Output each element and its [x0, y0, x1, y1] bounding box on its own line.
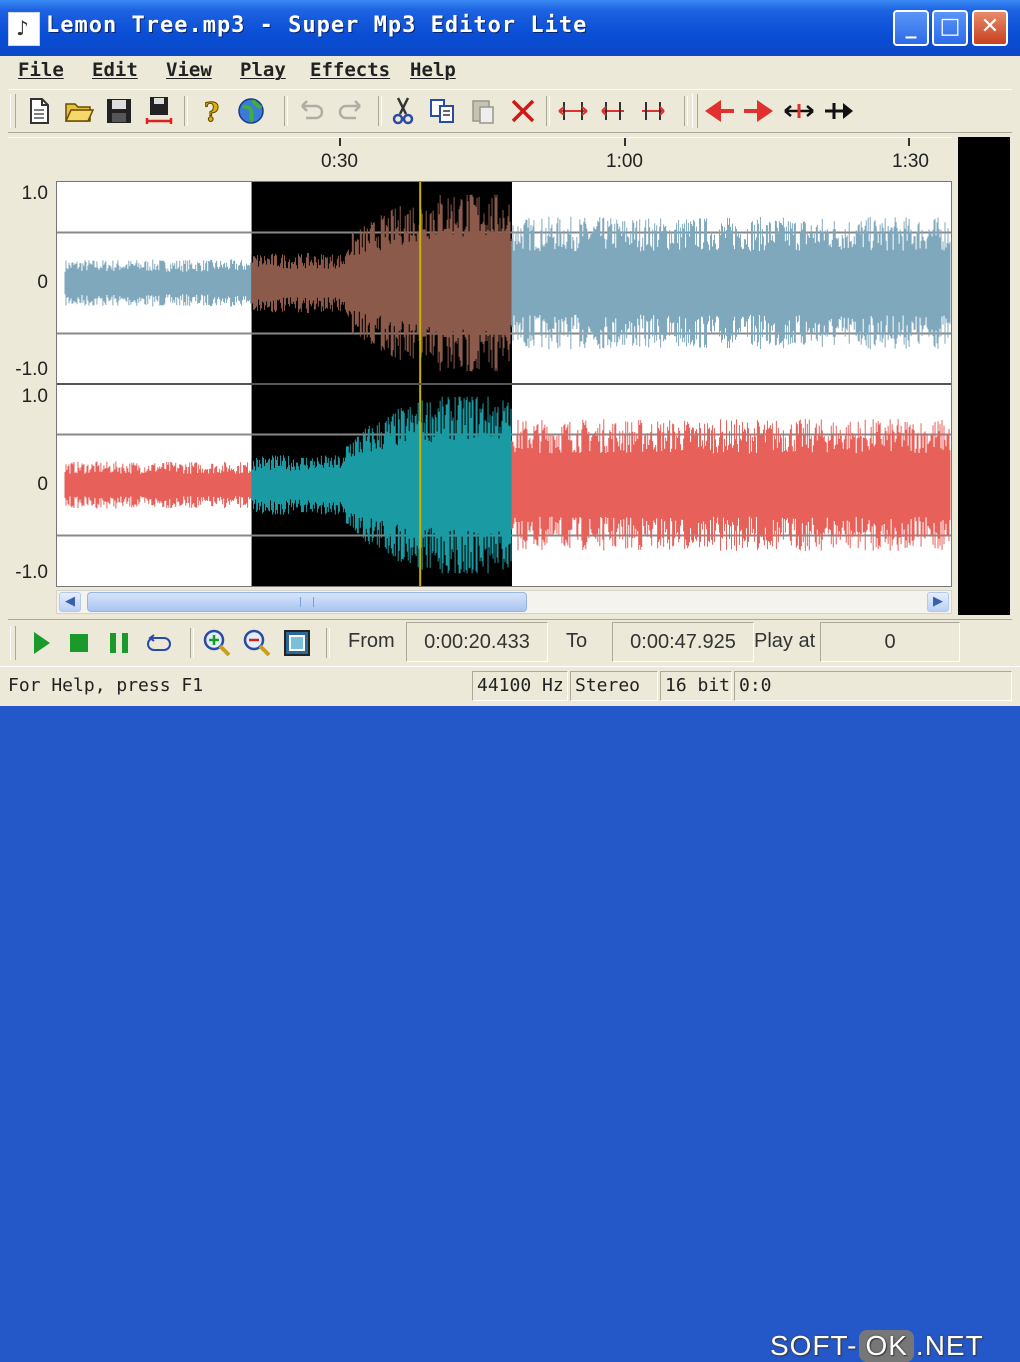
toolbar-grip[interactable] [692, 94, 698, 128]
scroll-grip [300, 597, 314, 607]
amplitude-axis: 1.0 0 -1.0 1.0 0 -1.0 [8, 181, 56, 587]
left-channel-min-label: -1.0 [15, 359, 48, 380]
watermark-prefix: SOFT- [770, 1330, 858, 1361]
select-channel-icon[interactable] [556, 94, 590, 128]
main-toolbar: ? [8, 89, 1012, 133]
right-channel-max-label: 1.0 [21, 386, 48, 407]
maximize-button[interactable]: □ [932, 10, 968, 46]
window-title: Lemon Tree.mp3 - Super Mp3 Editor Lite [46, 13, 588, 38]
open-folder-icon[interactable] [62, 94, 96, 128]
app-icon[interactable]: ♪ [8, 12, 40, 46]
scroll-left-icon[interactable]: ◀ [59, 592, 81, 612]
play-at-field[interactable]: 0 [820, 622, 960, 662]
menu-bar: File Edit View Play Effects Help [8, 56, 1012, 86]
menu-play[interactable]: Play [240, 59, 286, 81]
watermark: SOFT- OK .NET [770, 1330, 984, 1362]
status-time: 0:0 [734, 671, 1012, 701]
trim-icon[interactable] [782, 94, 816, 128]
move-right-icon[interactable] [742, 94, 776, 128]
help-icon[interactable]: ? [194, 94, 228, 129]
toolbar-separator [378, 96, 382, 126]
new-file-icon[interactable] [22, 94, 56, 128]
left-channel-max-label: 1.0 [21, 183, 48, 204]
transport-bar: From 0:00:20.433 To 0:00:47.925 Play at … [8, 619, 1012, 666]
zoom-out-icon[interactable] [240, 626, 274, 660]
menu-effects[interactable]: Effects [310, 59, 390, 81]
level-meter-panel [958, 137, 1010, 615]
pause-icon[interactable] [102, 626, 136, 660]
transport-separator [326, 628, 330, 658]
status-help-text: For Help, press F1 [8, 675, 204, 696]
music-note-icon: ♪ [16, 16, 29, 40]
menu-view[interactable]: View [166, 59, 212, 81]
transport-grip[interactable] [10, 626, 16, 660]
maximize-icon: □ [939, 14, 961, 39]
close-icon: ✕ [980, 14, 1000, 39]
right-channel-zero-label: 0 [37, 474, 48, 495]
play-at-label: Play at [754, 630, 816, 652]
status-channels: Stereo [570, 671, 658, 701]
to-label: To [566, 630, 588, 652]
from-label: From [348, 630, 395, 652]
web-globe-icon[interactable] [234, 94, 268, 128]
redo-icon[interactable] [334, 94, 368, 128]
timeline-label: 1:30 [892, 151, 929, 172]
toolbar-separator [684, 96, 688, 126]
status-sample-rate: 44100 Hz [472, 671, 568, 701]
save-selection-icon[interactable] [142, 94, 176, 128]
move-left-icon[interactable] [702, 94, 736, 128]
svg-text:?: ? [204, 98, 219, 128]
play-icon[interactable] [24, 626, 58, 660]
waveform-display[interactable] [56, 181, 952, 587]
zoom-fit-icon[interactable] [280, 626, 314, 660]
timeline-label: 1:00 [606, 151, 643, 172]
minimize-button[interactable]: _ [893, 10, 929, 46]
menu-edit[interactable]: Edit [92, 59, 138, 81]
close-button[interactable]: ✕ [972, 10, 1008, 46]
zoom-in-icon[interactable] [200, 626, 234, 660]
save-icon[interactable] [102, 94, 136, 128]
from-time-field[interactable]: 0:00:20.433 [406, 622, 548, 662]
stop-icon[interactable] [62, 626, 96, 660]
insert-icon[interactable] [822, 94, 856, 128]
toolbar-separator [184, 96, 188, 126]
timeline-tick [908, 138, 910, 146]
watermark-suffix: .NET [915, 1330, 984, 1361]
title-bar[interactable]: ♪ Lemon Tree.mp3 - Super Mp3 Editor Lite… [0, 0, 1020, 56]
toolbar-separator [284, 96, 288, 126]
delete-icon[interactable] [506, 94, 540, 128]
copy-icon[interactable] [426, 94, 460, 128]
select-left-icon[interactable] [596, 94, 630, 128]
timeline-label: 0:30 [321, 151, 358, 172]
paste-icon[interactable] [466, 94, 500, 128]
minimize-icon: _ [905, 14, 917, 39]
timeline-ruler[interactable]: 0:30 1:00 1:30 [8, 137, 952, 182]
status-bar: For Help, press F1 44100 Hz Stereo 16 bi… [0, 666, 1020, 1362]
menu-file[interactable]: File [18, 59, 64, 81]
horizontal-scrollbar[interactable]: ◀ ▶ [56, 590, 952, 614]
left-channel-zero-label: 0 [37, 272, 48, 293]
toolbar-separator [546, 96, 550, 126]
select-right-icon[interactable] [636, 94, 670, 128]
right-channel-min-label: -1.0 [15, 562, 48, 583]
scroll-right-icon[interactable]: ▶ [927, 592, 949, 612]
menu-help[interactable]: Help [410, 59, 456, 81]
cut-icon[interactable] [386, 94, 420, 128]
watermark-ok: OK [859, 1330, 914, 1362]
to-time-field[interactable]: 0:00:47.925 [612, 622, 754, 662]
loop-icon[interactable] [142, 626, 176, 660]
app-window: ♪ Lemon Tree.mp3 - Super Mp3 Editor Lite… [0, 0, 1020, 1362]
toolbar-grip[interactable] [10, 94, 16, 128]
transport-separator [190, 628, 194, 658]
scroll-thumb[interactable] [87, 592, 527, 612]
status-bit-depth: 16 bit [660, 671, 732, 701]
timeline-tick [339, 138, 341, 146]
timeline-tick [624, 138, 626, 146]
undo-icon[interactable] [294, 94, 328, 128]
